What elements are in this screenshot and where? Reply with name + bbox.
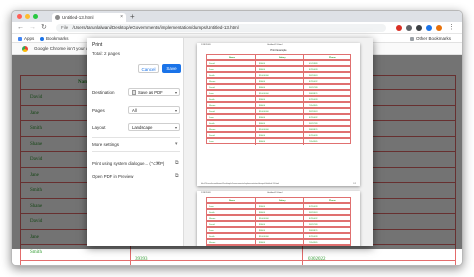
bookmark-apps[interactable]: Apps	[18, 34, 34, 43]
destination-label: Destination	[92, 90, 115, 95]
layout-value: Landscape	[132, 125, 153, 130]
extension-icon[interactable]	[406, 25, 412, 31]
table-row: Jane $8000 7654345	[206, 138, 351, 145]
minimize-window-icon[interactable]	[25, 14, 30, 19]
destination-value: Save as PDF	[138, 90, 163, 95]
bookmark-other-label: Other Bookmarks	[416, 36, 452, 41]
apps-grid-icon	[18, 36, 22, 41]
system-dialog-link[interactable]: Print using system dialogue... (⌥⌘P)	[92, 161, 164, 167]
more-settings-toggle[interactable]: More settings	[92, 142, 119, 147]
divider	[92, 151, 180, 152]
divider	[92, 137, 180, 138]
bookmark-star-icon	[40, 36, 44, 41]
save-button[interactable]: Save	[162, 64, 181, 73]
table-cell: 0302022	[308, 257, 326, 262]
close-window-icon[interactable]	[17, 14, 22, 19]
table-cell: Smith	[30, 250, 42, 255]
browser-toolbar: ← → ↻ File /Users/tarunlalwani/Desktop/e…	[12, 22, 462, 34]
table-cell: 39393	[135, 257, 148, 262]
address-scheme-label: File	[61, 25, 69, 30]
page-date: 1/18/2020	[201, 192, 211, 194]
table-row: Jane$80009876543	[206, 245, 351, 246]
pages-select[interactable]: All ▾	[128, 106, 180, 114]
destination-select[interactable]: Save as PDF ▾	[128, 88, 180, 96]
infobar-message: Google Chrome isn't your d	[34, 46, 89, 51]
tab-untitled-13[interactable]: Untitled-13.html ×	[52, 13, 126, 22]
address-bar[interactable]: File /Users/tarunlalwani/Desktop/eGovern…	[56, 24, 386, 32]
page-doc-title: Untitled-13.html	[267, 44, 283, 46]
reload-button[interactable]: ↻	[41, 23, 47, 33]
tab-strip: Untitled-13.html × +	[12, 11, 462, 22]
chevron-down-icon[interactable]: ▾	[175, 141, 178, 147]
pdf-file-icon	[132, 90, 136, 95]
page-date: 1/18/2020	[201, 44, 211, 46]
pages-value: All	[132, 108, 137, 113]
print-preview[interactable]: 1/18/2020 Untitled-13.html Print Example…	[184, 38, 373, 246]
print-dialog: Print Total: 2 pages Cancel Save Destina…	[87, 38, 373, 246]
tab-close-icon[interactable]: ×	[120, 13, 123, 22]
browser-window: Untitled-13.html × + ← → ↻ File /Users/t…	[11, 10, 463, 266]
table-cell: Jane	[209, 141, 214, 143]
page-footer-number: 1/2	[353, 183, 356, 185]
bookmark-apps-label: Apps	[24, 36, 35, 41]
print-title: Print	[92, 42, 103, 48]
table-cell: $8000	[259, 141, 266, 143]
bookmark-folder-label: Bookmarks	[46, 36, 69, 41]
page-doc-title: Untitled-13.html	[267, 192, 283, 194]
folder-icon	[410, 36, 414, 41]
page-heading: Print Example	[270, 49, 287, 52]
chevron-down-icon: ▾	[174, 125, 177, 130]
page-footer-path: file:///Users/tarunlalwani/Desktop/eGove…	[201, 183, 280, 185]
preview-page-1: 1/18/2020 Untitled-13.html Print Example…	[197, 43, 360, 186]
total-pages: Total: 2 pages	[92, 51, 121, 56]
preview-page-2: 1/18/2020 Untitled-13.html Name Salary Pho…	[197, 191, 360, 246]
table-cell: Jane	[30, 266, 39, 267]
table-cell: 7654345	[309, 141, 318, 143]
pages-label: Pages	[92, 108, 105, 113]
table-border	[303, 139, 304, 145]
chevron-down-icon: ▾	[174, 108, 177, 113]
external-link-icon[interactable]: ⧉	[175, 173, 179, 179]
menu-kebab-icon[interactable]: ⋮	[448, 23, 455, 33]
extension-icon[interactable]	[396, 25, 402, 31]
new-tab-button[interactable]: +	[130, 11, 135, 22]
globe-icon	[55, 15, 60, 20]
layout-label: Layout	[92, 125, 106, 130]
profile-avatar[interactable]	[436, 25, 442, 31]
tab-title: Untitled-13.html	[62, 15, 94, 20]
zoom-window-icon[interactable]	[33, 14, 38, 19]
print-settings-panel: Print Total: 2 pages Cancel Save Destina…	[87, 38, 184, 246]
forward-button[interactable]: →	[29, 23, 36, 33]
chevron-down-icon: ▾	[174, 90, 177, 95]
table-row: Jane	[20, 259, 456, 261]
extension-icon[interactable]	[416, 25, 422, 31]
chrome-logo-icon	[22, 46, 28, 52]
external-link-icon[interactable]: ⧉	[175, 160, 179, 166]
address-value: /Users/tarunlalwani/Desktop/eGovernments…	[72, 25, 239, 30]
cancel-button[interactable]: Cancel	[138, 64, 159, 73]
extension-icon[interactable]	[426, 25, 432, 31]
back-button[interactable]: ←	[17, 23, 24, 33]
layout-select[interactable]: Landscape ▾	[128, 123, 180, 131]
open-pdf-preview-link[interactable]: Open PDF in Preview	[92, 174, 133, 179]
table-border	[255, 139, 256, 145]
bookmark-other[interactable]: Other Bookmarks	[410, 34, 451, 43]
bookmark-folder-bookmarks[interactable]: Bookmarks	[40, 34, 69, 43]
